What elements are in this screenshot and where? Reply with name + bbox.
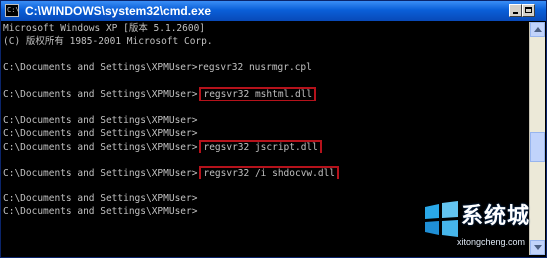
watermark: 系统城 xitongcheng.com [421, 197, 541, 253]
maximize-button[interactable] [522, 4, 535, 17]
console-text: (C) 版权所有 1985-2001 Microsoft Corp. [3, 36, 213, 48]
console-text: C:\Documents and Settings\XPMUser> [3, 141, 198, 153]
console-line: C:\Documents and Settings\XPMUser>regsvr… [3, 61, 528, 74]
console-text: Microsoft Windows XP [版本 5.1.2600] [3, 23, 206, 34]
minimize-icon [513, 12, 518, 14]
minimize-button[interactable] [509, 4, 522, 17]
console-text: C:\Documents and Settings\XPMUser> [3, 193, 198, 205]
windows-logo-icon [425, 201, 458, 237]
console-line: C:\Documents and Settings\XPMUser> [3, 114, 528, 127]
console-line: (C) 版权所有 1985-2001 Microsoft Corp. [3, 35, 528, 48]
console-line: C:\Documents and Settings\XPMUser>regsvr… [3, 87, 528, 101]
scroll-up-button[interactable] [530, 22, 545, 37]
highlighted-command: regsvr32 /i shdocvw.dll [199, 166, 340, 180]
title-bar[interactable]: C:\ C:\WINDOWS\system32\cmd.exe [1, 1, 546, 21]
highlighted-command: regsvr32 mshtml.dll [199, 87, 317, 101]
console-text: C:\Documents and Settings\XPMUser> [3, 89, 198, 101]
watermark-brand: 系统城 [461, 204, 531, 229]
console-text: C:\Documents and Settings\XPMUser> [3, 206, 198, 218]
scroll-thumb[interactable] [530, 132, 545, 162]
console-text: C:\Documents and Settings\XPMUser>regsvr… [3, 62, 312, 74]
console-text: C:\Documents and Settings\XPMUser> [3, 114, 198, 126]
arrow-up-icon [534, 27, 542, 32]
watermark-url: xitongcheng.com [457, 237, 526, 247]
console-line: C:\Documents and Settings\XPMUser>regsvr… [3, 139, 528, 153]
console-line: C:\Documents and Settings\XPMUser> [3, 127, 528, 140]
maximize-icon [525, 7, 532, 13]
window-title: C:\WINDOWS\system32\cmd.exe [25, 4, 212, 18]
console-line: C:\Documents and Settings\XPMUser>regsvr… [3, 166, 528, 180]
highlighted-command: regsvr32 jscript.dll [199, 139, 322, 153]
console-text: C:\Documents and Settings\XPMUser> [3, 127, 198, 139]
console-line: Microsoft Windows XP [版本 5.1.2600] [3, 22, 528, 35]
cmd-window: C:\ C:\WINDOWS\system32\cmd.exe Microsof… [0, 0, 547, 258]
console-text: C:\Documents and Settings\XPMUser> [3, 168, 198, 180]
cmd-icon[interactable]: C:\ [5, 4, 19, 17]
